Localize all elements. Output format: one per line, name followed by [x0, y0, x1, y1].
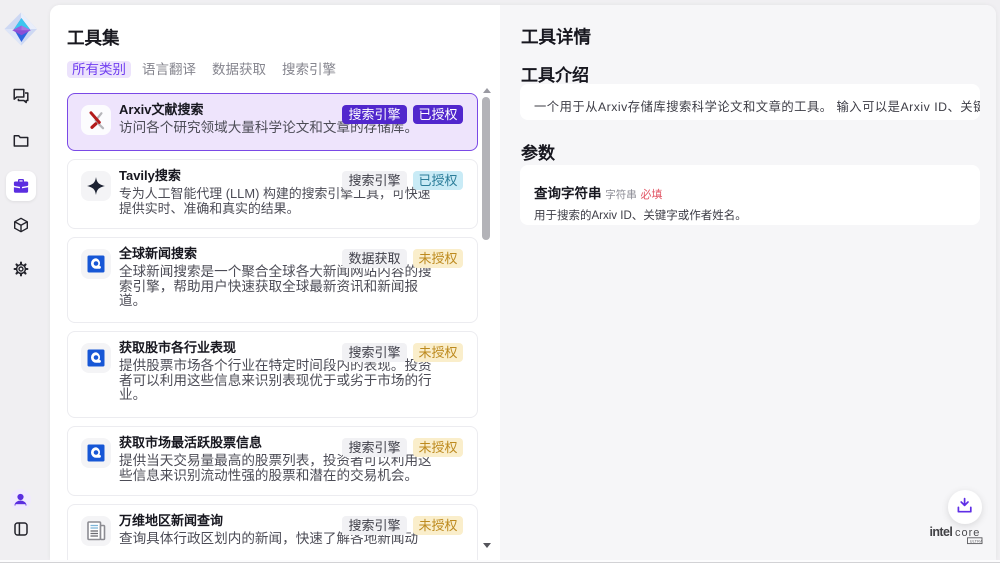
svg-text:intel: intel — [930, 525, 953, 539]
svg-text:ULTRA: ULTRA — [970, 539, 983, 543]
